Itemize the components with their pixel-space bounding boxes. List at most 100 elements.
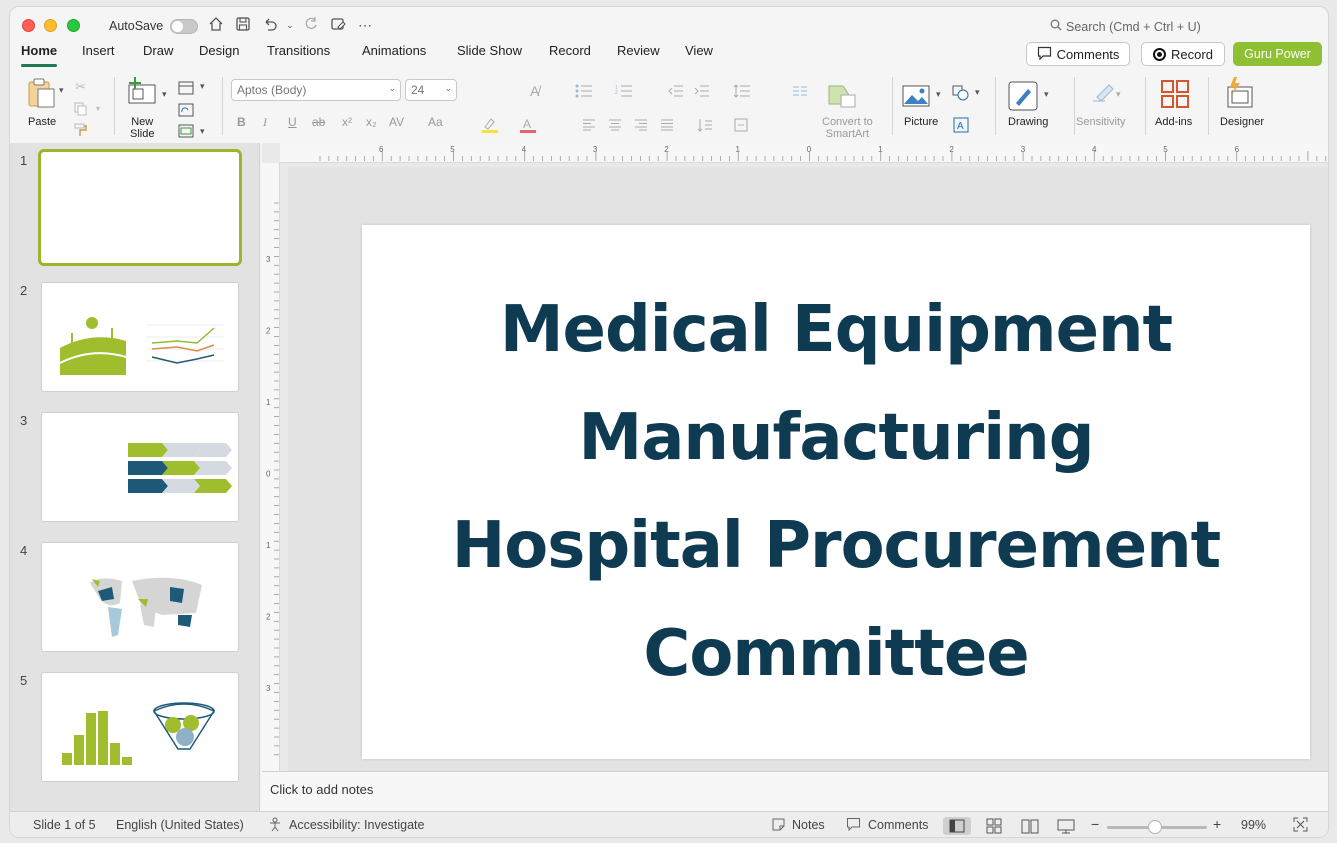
reading-view-button[interactable] — [1016, 817, 1044, 835]
smartart-icon[interactable] — [827, 83, 857, 112]
new-slide-dropdown-icon[interactable]: ▾ — [162, 89, 167, 100]
close-window-button[interactable] — [22, 19, 35, 32]
zoom-in-icon[interactable]: + — [1213, 816, 1221, 832]
tab-design[interactable]: Design — [199, 43, 239, 58]
save-icon[interactable] — [234, 16, 252, 34]
home-icon[interactable] — [207, 16, 225, 34]
comments-status-button[interactable]: Comments — [868, 818, 928, 832]
layout-dropdown-icon[interactable]: ▾ — [200, 81, 205, 92]
underline-icon[interactable]: U — [288, 115, 297, 129]
text-direction-icon[interactable] — [697, 118, 713, 135]
undo-icon[interactable] — [261, 16, 279, 34]
tab-review[interactable]: Review — [617, 43, 660, 58]
align-text-icon[interactable] — [734, 118, 750, 135]
cut-icon[interactable]: ✂ — [75, 79, 86, 95]
autosave-toggle[interactable] — [170, 19, 198, 34]
slide-sorter-button[interactable] — [980, 817, 1008, 835]
drawing-dropdown-icon[interactable]: ▾ — [1044, 89, 1049, 100]
subscript-icon[interactable]: x₂ — [366, 115, 377, 129]
columns-icon[interactable] — [792, 84, 808, 101]
slide-thumbnail-4[interactable] — [41, 542, 239, 652]
font-size-select[interactable]: 24 ⌄ — [405, 79, 457, 101]
notes-pane[interactable]: Click to add notes — [262, 771, 1328, 811]
increase-indent-icon[interactable] — [694, 84, 710, 101]
tab-view[interactable]: View — [685, 43, 713, 58]
svg-text:A: A — [523, 117, 531, 131]
reset-slide-icon[interactable] — [178, 103, 194, 120]
font-name-select[interactable]: Aptos (Body) ⌄ — [231, 79, 401, 101]
search-field[interactable]: Search (Cmd + Ctrl + U) — [1050, 19, 1201, 34]
customize-icon[interactable] — [329, 16, 347, 34]
redo-icon[interactable] — [302, 16, 320, 34]
slide-thumbnail-3[interactable] — [41, 412, 239, 522]
current-slide[interactable]: Medical Equipment Manufacturing Hospital… — [362, 225, 1310, 759]
clear-formatting-icon[interactable]: A̸ — [530, 83, 539, 99]
minimize-window-button[interactable] — [44, 19, 57, 32]
highlight-icon[interactable] — [481, 117, 499, 136]
record-button[interactable]: Record — [1141, 42, 1225, 66]
slide-thumbnail-2[interactable] — [41, 282, 239, 392]
slideshow-view-button[interactable] — [1052, 817, 1080, 835]
tab-transitions[interactable]: Transitions — [267, 43, 330, 58]
shapes-dropdown-icon[interactable]: ▾ — [975, 87, 980, 98]
strikethrough-icon[interactable]: ab — [312, 115, 325, 129]
comments-button[interactable]: Comments — [1026, 42, 1130, 66]
superscript-icon[interactable]: x² — [342, 115, 352, 129]
section-icon[interactable] — [178, 124, 194, 141]
maximize-window-button[interactable] — [67, 19, 80, 32]
undo-dropdown-icon[interactable]: ⌄ — [281, 16, 299, 34]
vertical-ruler[interactable]: 3 2 1 0 1 2 3 — [262, 163, 280, 771]
zoom-slider-handle[interactable] — [1148, 820, 1162, 834]
character-spacing-icon[interactable]: AV — [389, 115, 404, 129]
numbering-icon[interactable]: 12 — [615, 84, 633, 101]
tab-slide-show[interactable]: Slide Show — [457, 43, 522, 58]
align-left-icon[interactable] — [582, 119, 596, 134]
notes-button[interactable]: Notes — [792, 818, 825, 832]
tab-animations[interactable]: Animations — [362, 43, 426, 58]
zoom-level[interactable]: 99% — [1241, 818, 1266, 832]
slide-title[interactable]: Medical Equipment Manufacturing Hospital… — [452, 276, 1222, 708]
paste-icon[interactable] — [26, 77, 58, 112]
paste-dropdown-icon[interactable]: ▾ — [59, 85, 64, 96]
accessibility-status[interactable]: Accessibility: Investigate — [289, 818, 424, 832]
format-painter-icon[interactable] — [74, 123, 88, 140]
bullets-icon[interactable] — [575, 84, 593, 101]
line-spacing-icon[interactable] — [733, 84, 751, 101]
decrease-indent-icon[interactable] — [668, 84, 684, 101]
bold-icon[interactable]: B — [237, 115, 246, 129]
tab-home[interactable]: Home — [21, 43, 58, 67]
fit-to-window-icon[interactable] — [1293, 817, 1308, 835]
align-right-icon[interactable] — [634, 119, 648, 134]
layout-icon[interactable] — [178, 81, 194, 98]
justify-icon[interactable] — [660, 119, 674, 134]
addins-icon[interactable] — [1160, 79, 1190, 112]
section-dropdown-icon[interactable]: ▾ — [200, 126, 205, 137]
sensitivity-icon[interactable] — [1087, 79, 1117, 112]
svg-text:A: A — [957, 121, 964, 132]
picture-icon[interactable] — [902, 85, 930, 110]
shapes-icon[interactable] — [952, 85, 970, 104]
copy-icon[interactable] — [74, 102, 88, 119]
tab-draw[interactable]: Draw — [143, 43, 173, 58]
font-color-icon[interactable]: A — [519, 117, 537, 136]
horizontal-ruler[interactable]: 6543210123456 — [280, 143, 1328, 163]
new-slide-icon[interactable] — [126, 77, 158, 108]
designer-icon[interactable] — [1224, 77, 1256, 112]
sensitivity-dropdown-icon[interactable]: ▾ — [1116, 89, 1121, 100]
copy-dropdown-icon[interactable]: ▾ — [96, 104, 100, 113]
picture-dropdown-icon[interactable]: ▾ — [936, 89, 941, 100]
normal-view-button[interactable] — [943, 817, 971, 835]
more-icon[interactable]: ⋯ — [356, 16, 374, 34]
drawing-icon[interactable] — [1008, 81, 1038, 114]
zoom-out-icon[interactable]: − — [1091, 816, 1099, 832]
slide-thumbnail-1[interactable] — [38, 149, 242, 266]
align-center-icon[interactable] — [608, 119, 622, 134]
tab-insert[interactable]: Insert — [82, 43, 115, 58]
italic-icon[interactable]: I — [263, 115, 267, 130]
tab-record[interactable]: Record — [549, 43, 591, 58]
text-box-icon[interactable]: A — [953, 117, 969, 136]
language[interactable]: English (United States) — [116, 818, 244, 832]
guru-power-button[interactable]: Guru Power — [1233, 42, 1322, 66]
change-case-icon[interactable]: Aa — [428, 115, 443, 129]
slide-thumbnail-5[interactable] — [41, 672, 239, 782]
